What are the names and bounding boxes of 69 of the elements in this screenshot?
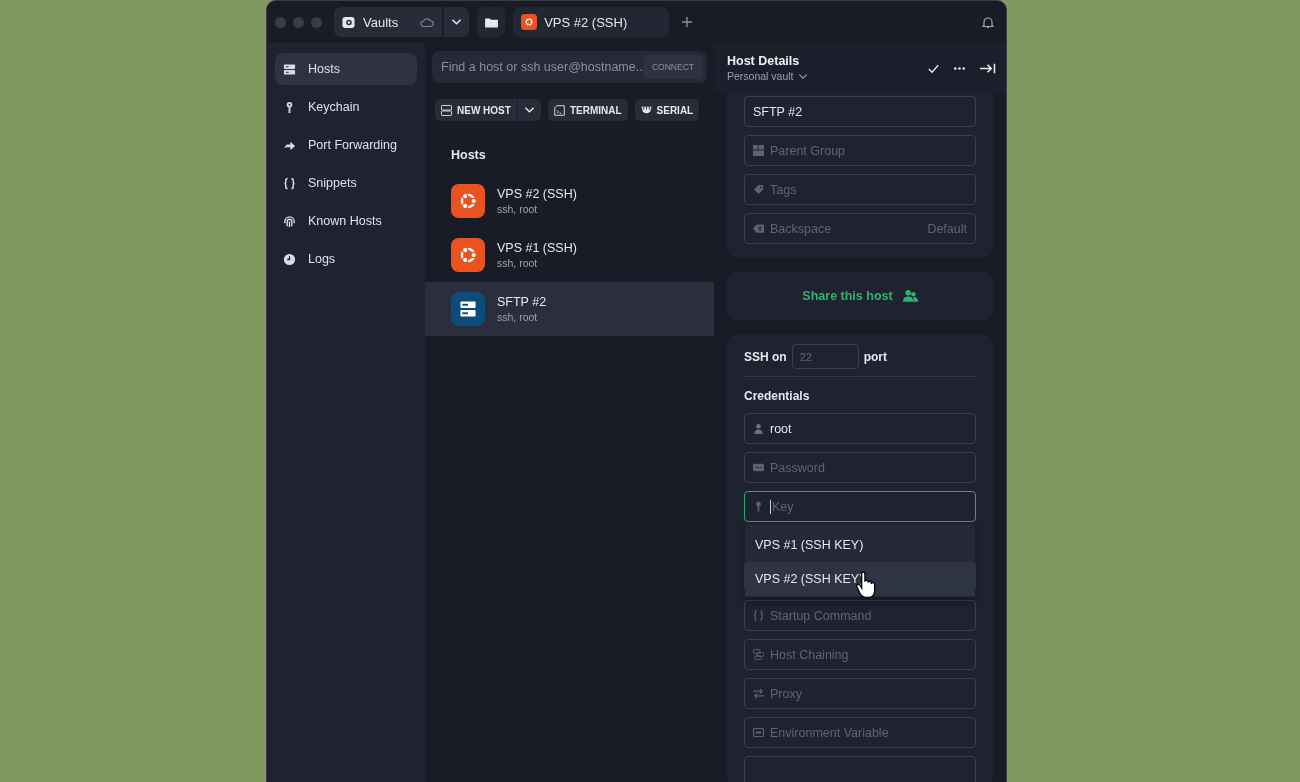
ring-dots-icon xyxy=(521,14,538,30)
share-link[interactable]: Share this host xyxy=(802,289,893,303)
section-heading: Hosts xyxy=(451,148,487,162)
host-detail: ssh, root xyxy=(497,311,539,323)
vault-icon xyxy=(342,15,355,29)
server-icon xyxy=(451,292,485,326)
menu-item[interactable]: VPS #2 (SSH KEY) xyxy=(745,562,975,596)
backspace-icon xyxy=(753,223,764,234)
key-icon xyxy=(753,501,764,512)
group-icon xyxy=(753,145,764,156)
user-icon xyxy=(753,423,764,434)
field-label: SSH on xyxy=(744,349,787,364)
host-detail: ssh, root xyxy=(497,203,539,215)
host-row[interactable]: VPS #1 (SSH) ssh, root xyxy=(425,228,714,282)
bell-icon[interactable] xyxy=(982,15,994,29)
sidebar-item[interactable]: Known Hosts xyxy=(275,205,417,237)
plus-icon[interactable] xyxy=(681,16,694,28)
braces-icon xyxy=(283,176,296,190)
server-icon xyxy=(283,62,296,76)
swap-icon xyxy=(753,688,764,699)
section-heading: Credentials xyxy=(744,389,811,403)
connect-button[interactable]: CONNECT xyxy=(642,55,703,79)
vault-selector[interactable]: Personal vault xyxy=(727,70,808,82)
search-field[interactable]: Find a host or ssh user@hostname.. CONNECT xyxy=(432,51,707,83)
input-field[interactable] xyxy=(744,756,976,782)
braces-icon xyxy=(753,610,764,621)
password-icon xyxy=(753,462,764,473)
port-field[interactable]: 22 xyxy=(791,344,859,369)
fingerprint-icon xyxy=(283,214,296,228)
host-name: VPS #2 (SSH) xyxy=(497,187,577,201)
sidebar-item[interactable]: Port Forwarding xyxy=(275,129,417,161)
sidebar-item[interactable]: Hosts xyxy=(275,53,417,85)
clock-icon xyxy=(283,252,296,266)
vault-dropdown-button[interactable] xyxy=(443,7,470,37)
sidebar-item[interactable]: Keychain xyxy=(275,91,417,123)
cloud-icon xyxy=(420,16,435,28)
chain-icon xyxy=(753,649,764,660)
host-row[interactable]: SFTP #2 ssh, root xyxy=(425,282,714,336)
host-tab[interactable]: VPS #2 (SSH) xyxy=(513,7,670,37)
ring-dots-icon xyxy=(451,184,485,218)
field-label: port xyxy=(863,349,887,364)
terminal-button[interactable]: TERMINAL xyxy=(547,99,628,121)
new-host-button[interactable]: NEW HOST xyxy=(435,99,517,121)
new-host-dropdown-button[interactable] xyxy=(516,99,541,121)
chevron-down-icon xyxy=(523,106,535,114)
folder-icon xyxy=(484,16,498,28)
host-detail: ssh, root xyxy=(497,257,539,269)
menu-item[interactable]: VPS #1 (SSH KEY) xyxy=(745,528,975,562)
window-icon xyxy=(753,727,764,738)
panel-title: Host Details xyxy=(727,54,801,68)
chevron-down-icon xyxy=(451,18,463,26)
sidebar-item[interactable]: Snippets xyxy=(275,167,417,199)
people-icon xyxy=(902,289,918,303)
plug-icon xyxy=(640,104,652,116)
collapse-panel-icon[interactable] xyxy=(979,61,996,75)
host-name: SFTP #2 xyxy=(497,295,547,309)
ring-dots-icon xyxy=(451,238,485,272)
default-value: Default xyxy=(927,221,967,236)
terminal-icon xyxy=(553,104,565,116)
server-icon xyxy=(441,104,452,116)
vaults-tab[interactable]: Vaults xyxy=(334,7,443,37)
sidebar-item[interactable]: Logs xyxy=(275,243,417,275)
serial-button[interactable]: SERIAL xyxy=(634,99,700,121)
host-row[interactable]: VPS #2 (SSH) ssh, root xyxy=(425,174,714,228)
username-field[interactable]: root xyxy=(744,413,976,444)
label-field[interactable]: SFTP #2 xyxy=(744,96,976,127)
tag-icon xyxy=(753,184,764,195)
chevron-down-icon xyxy=(797,72,808,80)
host-name: VPS #1 (SSH) xyxy=(497,241,577,255)
